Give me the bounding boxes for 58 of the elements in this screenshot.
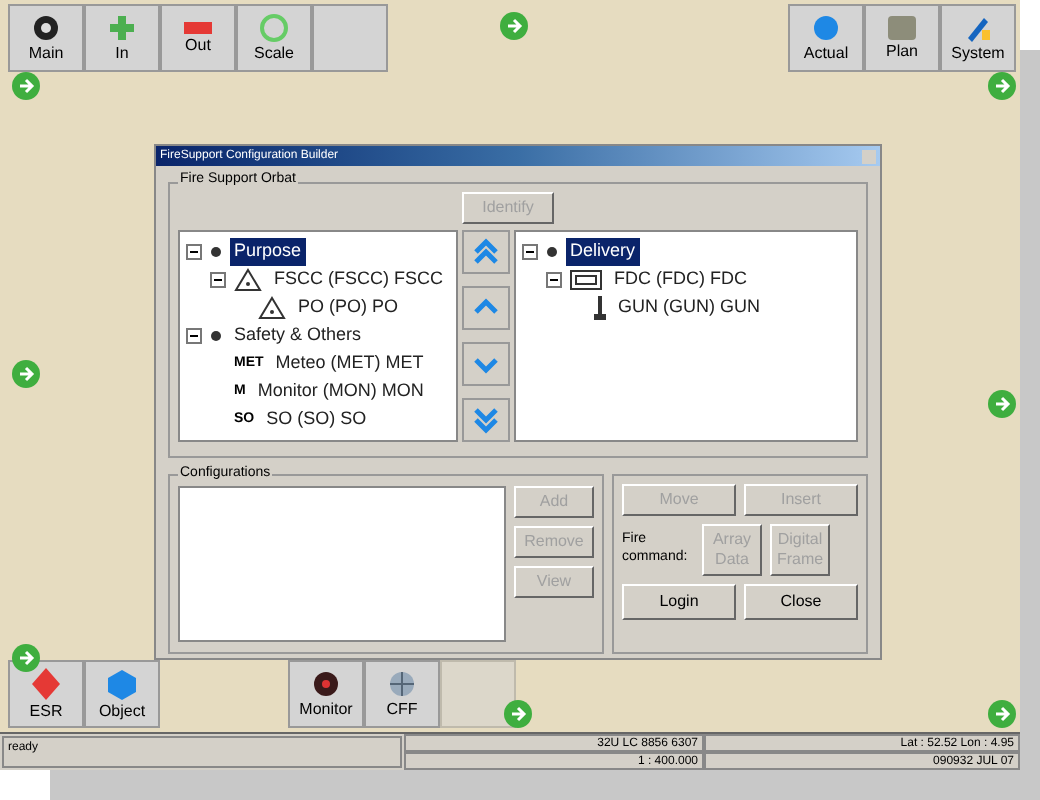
- tree-item[interactable]: FDC (FDC) FDC: [610, 266, 751, 294]
- tools-icon: [964, 14, 992, 42]
- toolbar-button[interactable]: [312, 4, 388, 72]
- collapse-icon[interactable]: [186, 328, 202, 344]
- gun-icon: [594, 296, 606, 320]
- arrow-icon[interactable]: [12, 644, 40, 672]
- move-button[interactable]: [462, 398, 510, 442]
- tree-item[interactable]: Monitor (MON) MON: [253, 378, 428, 406]
- collapse-icon[interactable]: [522, 244, 538, 260]
- circle-icon: [312, 670, 340, 698]
- crosshair-icon: [388, 670, 416, 698]
- arrow-icon[interactable]: [988, 700, 1016, 728]
- rectangle-icon: [570, 270, 602, 290]
- tree-item[interactable]: Purpose: [230, 238, 306, 266]
- move-button[interactable]: [462, 342, 510, 386]
- triangle-icon: [234, 268, 262, 292]
- dot-icon: [210, 330, 222, 342]
- tree-item[interactable]: FSCC (FSCC) FSCC: [270, 266, 447, 294]
- dot-icon: [546, 246, 558, 258]
- tree-item[interactable]: Delivery: [566, 238, 640, 266]
- toolbar-button[interactable]: CFF: [364, 660, 440, 728]
- arrow-icon[interactable]: [988, 72, 1016, 100]
- toolbar-button[interactable]: Monitor: [288, 660, 364, 728]
- tree-item[interactable]: SO (SO) SO: [262, 406, 371, 434]
- collapse-icon[interactable]: [210, 272, 226, 288]
- double-down-icon: [470, 404, 502, 436]
- configurations-list[interactable]: [178, 486, 506, 642]
- toolbar-button[interactable]: In: [84, 4, 160, 72]
- arrow-icon[interactable]: [12, 72, 40, 100]
- tree-item[interactable]: Safety & Others: [230, 322, 366, 350]
- toolbar-button[interactable]: System: [940, 4, 1016, 72]
- arrow-icon[interactable]: [988, 390, 1016, 418]
- triangle-icon: [258, 296, 286, 320]
- plus-icon: [108, 14, 136, 42]
- toolbar-button[interactable]: Object: [84, 660, 160, 728]
- toolbar-button[interactable]: Main: [8, 4, 84, 72]
- dialog-button[interactable]: Login: [622, 584, 736, 620]
- move-button[interactable]: [462, 230, 510, 274]
- move-button[interactable]: [462, 286, 510, 330]
- toolbar-button[interactable]: Plan: [864, 4, 940, 72]
- tree-item[interactable]: GUN (GUN) GUN: [614, 294, 764, 322]
- tree-item[interactable]: Meteo (MET) MET: [271, 350, 428, 378]
- toolbar-button[interactable]: Actual: [788, 4, 864, 72]
- double-up-icon: [470, 236, 502, 268]
- toolbar-button[interactable]: Scale: [236, 4, 312, 72]
- folder-icon: [888, 16, 916, 40]
- collapse-icon[interactable]: [546, 272, 562, 288]
- minus-icon: [184, 22, 212, 34]
- tree-item[interactable]: PO (PO) PO: [294, 294, 403, 322]
- arrow-icon[interactable]: [12, 360, 40, 388]
- arrow-icon[interactable]: [500, 12, 528, 40]
- toolbar-button[interactable]: ESR: [8, 660, 84, 728]
- collapse-icon[interactable]: [186, 244, 202, 260]
- dot-icon: [210, 246, 222, 258]
- diamond-icon: [32, 668, 60, 700]
- dialog-button[interactable]: Close: [744, 584, 858, 620]
- arrow-icon[interactable]: [504, 700, 532, 728]
- toolbar-button[interactable]: Out: [160, 4, 236, 72]
